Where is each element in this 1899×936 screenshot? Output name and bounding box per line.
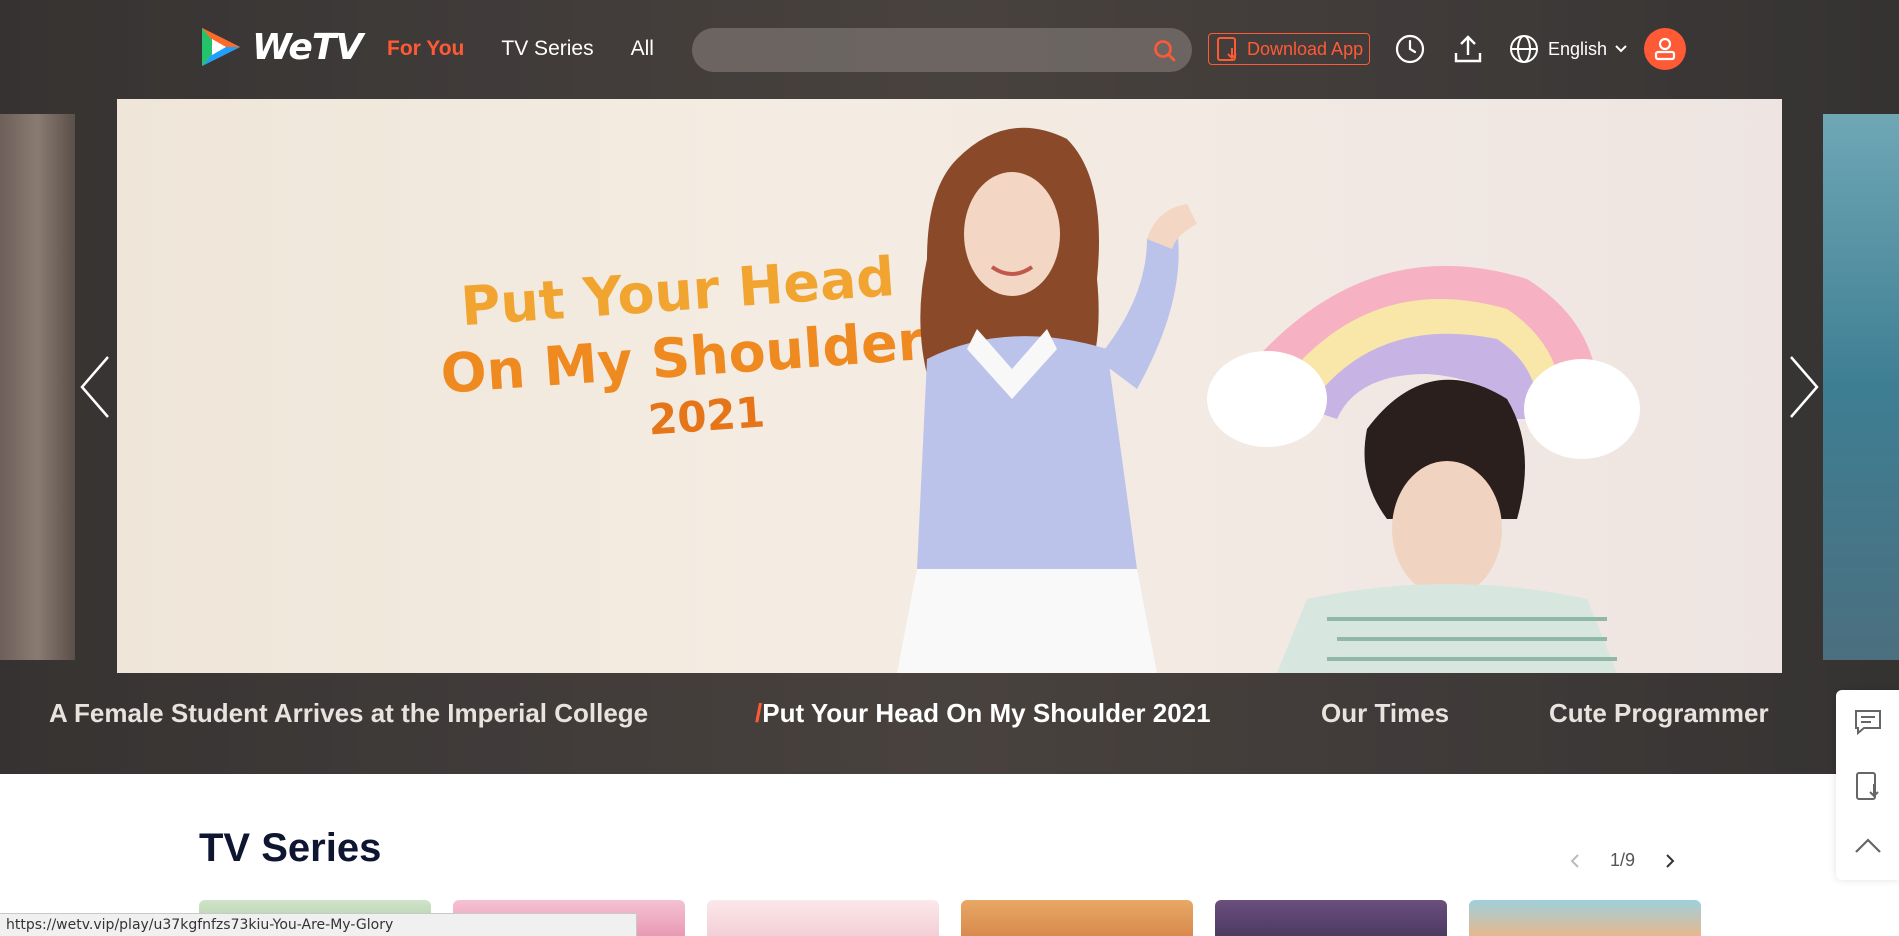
wetv-logo-icon: [202, 28, 240, 66]
banner-prev-arrow[interactable]: [78, 355, 112, 419]
pager-page-number: 1/9: [1610, 850, 1636, 870]
section-title-tv-series: TV Series: [199, 826, 382, 870]
hero-banner[interactable]: Put Your Head On My Shoulder 2021: [117, 99, 1782, 673]
nav-for-you[interactable]: For You: [387, 36, 464, 62]
caption-our-times[interactable]: Our Times: [1321, 698, 1449, 729]
wetv-home-page: WeTV For You TV Series All Download App: [0, 0, 1899, 936]
feedback-icon[interactable]: [1852, 706, 1884, 738]
series-card[interactable]: [1469, 900, 1701, 936]
nav-tv-series[interactable]: TV Series: [501, 36, 593, 62]
language-selector[interactable]: English: [1508, 33, 1627, 65]
series-card[interactable]: [707, 900, 939, 936]
caption-put-your-head-label: Put Your Head On My Shoulder 2021: [762, 698, 1211, 728]
series-card[interactable]: [1215, 900, 1447, 936]
logo-text: WeTV: [252, 26, 363, 68]
language-label: English: [1548, 38, 1608, 59]
prev-banner-preview[interactable]: [0, 114, 75, 660]
globe-icon: [1510, 35, 1538, 63]
history-icon[interactable]: [1394, 33, 1426, 65]
nav-all[interactable]: All: [631, 36, 654, 62]
banner-next-arrow[interactable]: [1787, 355, 1821, 419]
search-icon[interactable]: [1152, 38, 1178, 64]
user-icon: [1654, 37, 1676, 61]
banner-characters-art: [897, 127, 1640, 673]
browser-status-bar: https://wetv.vip/play/u37kgfnfzs73kiu-Yo…: [0, 913, 637, 936]
banner-captions: A Female Student Arrives at the Imperial…: [0, 698, 1840, 738]
next-banner-preview[interactable]: [1823, 114, 1899, 660]
wetv-logo[interactable]: WeTV: [198, 25, 363, 69]
download-app-label: Download App: [1247, 38, 1364, 59]
download-app-button[interactable]: Download App: [1208, 33, 1370, 65]
series-card[interactable]: [961, 900, 1193, 936]
download-app-side-icon[interactable]: [1852, 770, 1884, 802]
chevron-down-icon: [1615, 45, 1627, 53]
download-device-icon: [1217, 37, 1237, 61]
pager-prev-icon[interactable]: [1570, 853, 1580, 869]
search-bar: [692, 28, 1192, 72]
top-header: WeTV For You TV Series All Download App: [0, 0, 1899, 98]
caption-female-student[interactable]: A Female Student Arrives at the Imperial…: [49, 698, 648, 729]
user-avatar-button[interactable]: [1644, 28, 1686, 70]
upload-icon[interactable]: [1452, 33, 1484, 65]
section-pager: 1/9: [1570, 850, 1675, 871]
status-url: https://wetv.vip/play/u37kgfnfzs73kiu-Yo…: [6, 917, 394, 933]
pager-next-icon[interactable]: [1665, 853, 1675, 869]
caption-cute-programmer[interactable]: Cute Programmer: [1549, 698, 1769, 729]
back-to-top-icon[interactable]: [1852, 830, 1884, 862]
main-nav: For You TV Series All: [387, 36, 691, 62]
caption-put-your-head[interactable]: /Put Your Head On My Shoulder 2021: [755, 698, 1211, 729]
search-input[interactable]: [712, 28, 1132, 72]
floating-toolbar: [1836, 690, 1899, 880]
